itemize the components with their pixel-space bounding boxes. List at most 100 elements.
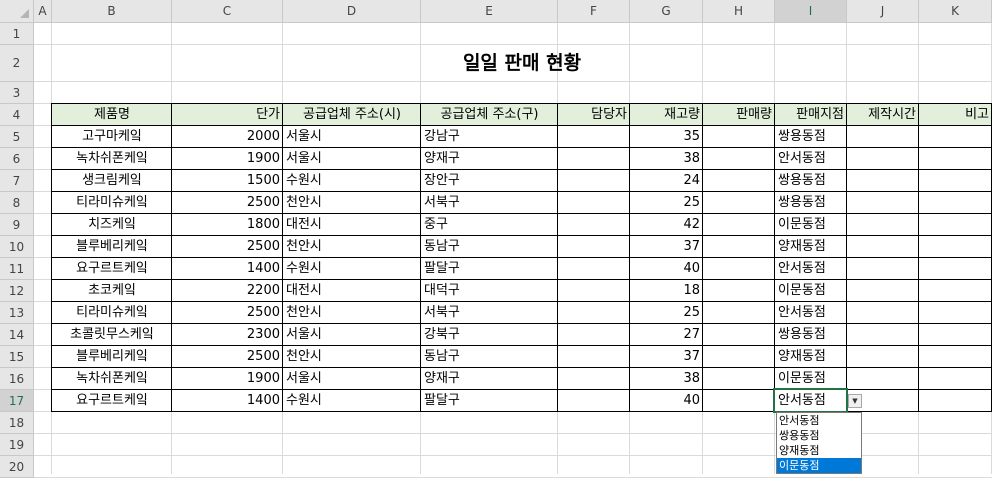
table-cell[interactable] <box>847 170 919 192</box>
table-cell[interactable]: 천안시 <box>283 192 421 214</box>
table-cell[interactable] <box>703 214 775 236</box>
table-cell[interactable] <box>919 214 992 236</box>
dropdown-option[interactable]: 쌍용동점 <box>777 428 861 443</box>
table-cell[interactable]: 1900 <box>172 148 283 170</box>
table-cell[interactable]: 쌍용동점 <box>775 170 847 192</box>
table-cell[interactable]: 38 <box>630 148 703 170</box>
table-cell[interactable]: 요구르트케잌 <box>52 258 172 280</box>
table-cell[interactable]: 1900 <box>172 368 283 390</box>
row-header-6[interactable]: 6 <box>0 148 34 170</box>
table-cell[interactable] <box>703 302 775 324</box>
table-cell[interactable] <box>558 258 630 280</box>
table-cell[interactable]: 팔달구 <box>421 390 558 412</box>
table-cell[interactable]: 천안시 <box>283 302 421 324</box>
table-cell[interactable] <box>558 192 630 214</box>
table-cell[interactable] <box>847 148 919 170</box>
table-header-cell[interactable]: 단가 <box>172 104 283 126</box>
table-cell[interactable]: 1800 <box>172 214 283 236</box>
table-cell[interactable] <box>558 346 630 368</box>
table-cell[interactable]: 1400 <box>172 258 283 280</box>
table-cell[interactable]: 팔달구 <box>421 258 558 280</box>
table-cell[interactable]: 녹차쉬폰케잌 <box>52 148 172 170</box>
table-cell[interactable] <box>847 280 919 302</box>
column-header-d[interactable]: D <box>283 0 421 23</box>
table-cell[interactable]: 37 <box>630 346 703 368</box>
table-cell[interactable]: 양재구 <box>421 148 558 170</box>
dropdown-arrow-icon[interactable]: ▼ <box>848 394 862 408</box>
table-cell[interactable]: 초코케잌 <box>52 280 172 302</box>
table-cell[interactable]: 중구 <box>421 214 558 236</box>
table-cell[interactable] <box>919 148 992 170</box>
table-cell[interactable] <box>919 126 992 148</box>
table-cell[interactable] <box>847 346 919 368</box>
table-header-cell[interactable]: 비고 <box>919 104 992 126</box>
row-header-5[interactable]: 5 <box>0 126 34 148</box>
table-header-cell[interactable]: 제품명 <box>52 104 172 126</box>
table-cell[interactable] <box>703 126 775 148</box>
table-cell[interactable] <box>703 148 775 170</box>
column-header-e[interactable]: E <box>421 0 558 23</box>
column-header-h[interactable]: H <box>703 0 775 23</box>
column-header-a[interactable]: A <box>34 0 52 23</box>
table-cell[interactable]: 서북구 <box>421 192 558 214</box>
column-header-f[interactable]: F <box>558 0 630 23</box>
table-cell[interactable]: 치즈케잌 <box>52 214 172 236</box>
table-header-cell[interactable]: 재고량 <box>630 104 703 126</box>
table-cell[interactable]: 양재동점 <box>775 236 847 258</box>
spreadsheet-grid[interactable]: A B C D E F G H I J K 1 2 3 4 5 6 7 8 9 10 11 12 13 14 15 16 17 18 19… <box>0 0 992 478</box>
table-header-cell[interactable]: 공급업체 주소(구) <box>421 104 558 126</box>
table-cell[interactable]: 초콜릿무스케잌 <box>52 324 172 346</box>
table-cell[interactable] <box>847 236 919 258</box>
table-cell[interactable] <box>558 324 630 346</box>
table-cell[interactable]: 2500 <box>172 302 283 324</box>
table-cell[interactable]: 안서동점 <box>775 258 847 280</box>
table-cell[interactable]: 이문동점 <box>775 280 847 302</box>
table-cell[interactable]: 강북구 <box>421 324 558 346</box>
dropdown-option[interactable]: 안서동점 <box>777 413 861 428</box>
table-cell[interactable]: 24 <box>630 170 703 192</box>
dropdown-option-highlighted[interactable]: 이문동점 <box>777 458 861 473</box>
table-cell[interactable] <box>919 258 992 280</box>
table-cell[interactable]: 35 <box>630 126 703 148</box>
table-cell[interactable]: 이문동점 <box>775 368 847 390</box>
row-header-1[interactable]: 1 <box>0 23 34 45</box>
table-cell[interactable] <box>558 170 630 192</box>
table-cell[interactable] <box>558 236 630 258</box>
table-cell[interactable] <box>919 302 992 324</box>
table-cell[interactable] <box>703 346 775 368</box>
table-cell[interactable]: 37 <box>630 236 703 258</box>
table-cell[interactable] <box>847 258 919 280</box>
table-cell[interactable]: 고구마케잌 <box>52 126 172 148</box>
row-header-10[interactable]: 10 <box>0 236 34 258</box>
column-header-g[interactable]: G <box>630 0 703 23</box>
table-cell[interactable]: 블루베리케잌 <box>52 236 172 258</box>
row-header-8[interactable]: 8 <box>0 192 34 214</box>
column-header-j[interactable]: J <box>847 0 919 23</box>
table-header-cell[interactable]: 제작시간 <box>847 104 919 126</box>
table-cell[interactable]: 2500 <box>172 346 283 368</box>
row-header-9[interactable]: 9 <box>0 214 34 236</box>
table-cell[interactable] <box>847 192 919 214</box>
table-cell[interactable]: 2300 <box>172 324 283 346</box>
table-cell[interactable]: 양재구 <box>421 368 558 390</box>
table-cell[interactable]: 25 <box>630 192 703 214</box>
row-header-11[interactable]: 11 <box>0 258 34 280</box>
table-cell[interactable] <box>703 390 775 412</box>
table-cell[interactable] <box>847 126 919 148</box>
row-header-19[interactable]: 19 <box>0 434 34 456</box>
column-header-k[interactable]: K <box>919 0 992 23</box>
table-cell[interactable] <box>919 236 992 258</box>
table-cell[interactable] <box>558 302 630 324</box>
dropdown-option[interactable]: 양재동점 <box>777 443 861 458</box>
row-header-18[interactable]: 18 <box>0 412 34 434</box>
row-header-2[interactable]: 2 <box>0 45 34 82</box>
table-cell[interactable] <box>558 148 630 170</box>
table-cell[interactable] <box>703 368 775 390</box>
table-cell[interactable]: 27 <box>630 324 703 346</box>
table-cell[interactable]: 천안시 <box>283 236 421 258</box>
validation-dropdown-list[interactable]: 안서동점 쌍용동점 양재동점 이문동점 <box>776 412 862 474</box>
table-cell[interactable]: 42 <box>630 214 703 236</box>
table-cell[interactable]: 서울시 <box>283 148 421 170</box>
table-cell[interactable]: 대전시 <box>283 280 421 302</box>
column-header-b[interactable]: B <box>52 0 172 23</box>
